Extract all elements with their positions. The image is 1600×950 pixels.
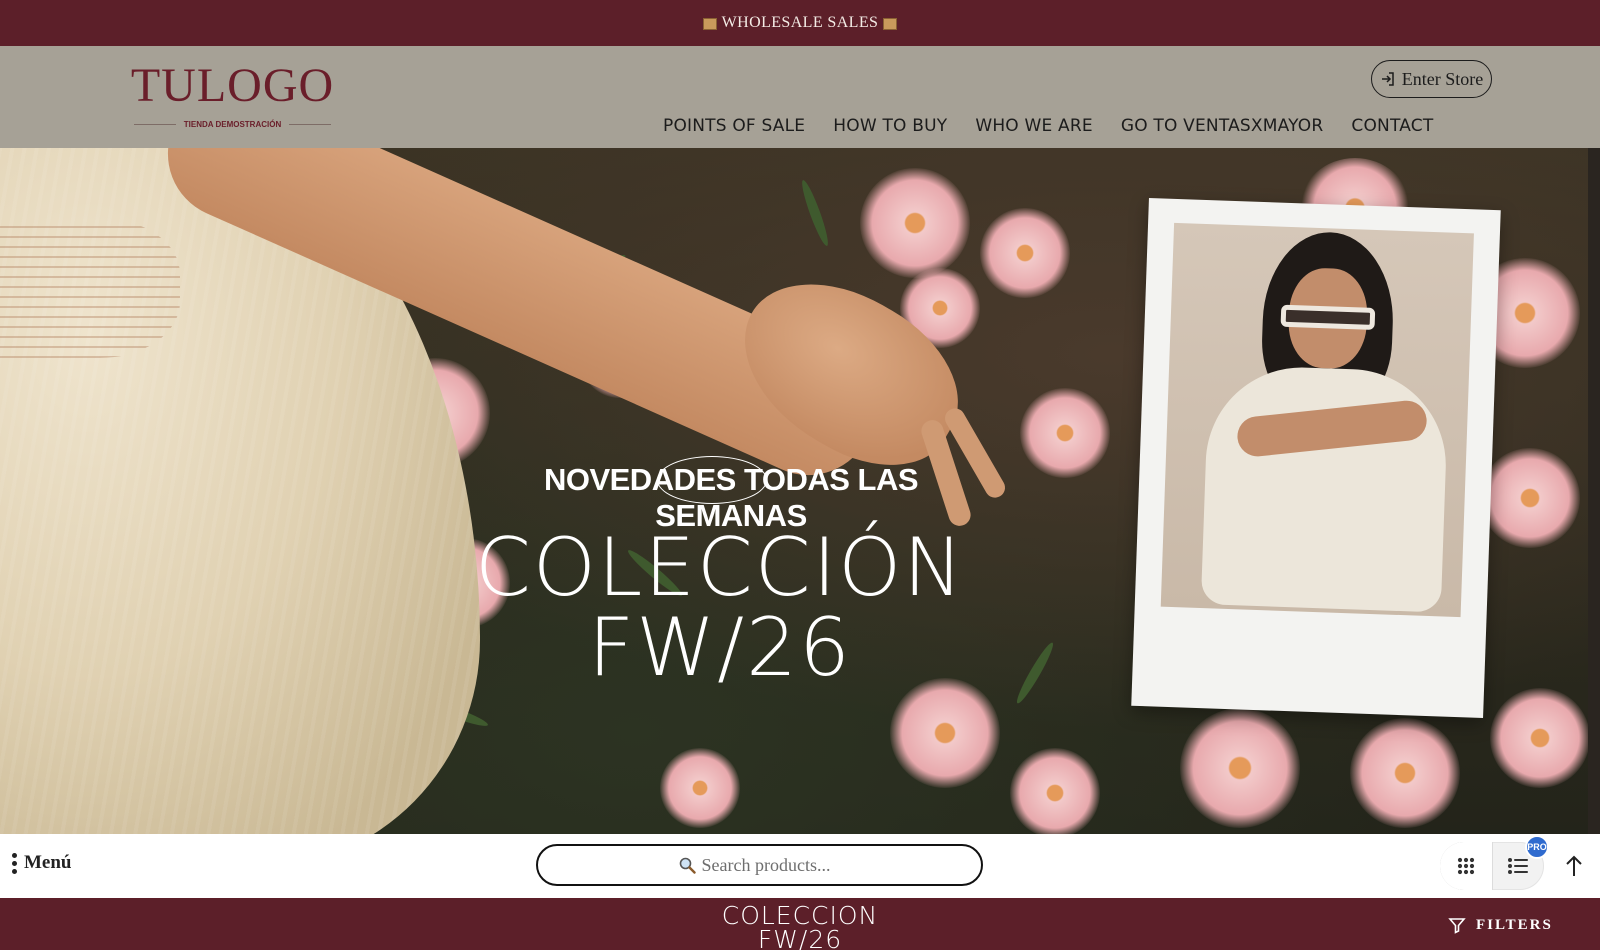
collection-banner-strip: COLECCION FW/26 FILTERS bbox=[0, 898, 1600, 950]
divider bbox=[133, 124, 176, 125]
hero-title: COLECCIÓN FW/26 bbox=[460, 528, 980, 688]
logo-subtitle-row: TIENDA DEMOSTRACIÓN bbox=[130, 120, 335, 129]
site-header: TULOGO TIENDA DEMOSTRACIÓN Enter Store P… bbox=[0, 46, 1600, 148]
promo-text: WHOLESALE SALES bbox=[721, 14, 879, 31]
nav-who-we-are[interactable]: WHO WE ARE bbox=[975, 116, 1093, 136]
flower-decoration bbox=[890, 678, 1000, 788]
scrollbar[interactable] bbox=[1588, 148, 1600, 834]
leaf-decoration bbox=[798, 178, 832, 248]
highlight-ring bbox=[657, 456, 767, 504]
menu-label: Menú bbox=[24, 852, 72, 873]
hero-banner[interactable]: NOVEDADES TODAS LAS SEMANAS COLECCIÓN FW… bbox=[0, 148, 1588, 834]
logo-subtitle: TIENDA DEMOSTRACIÓN bbox=[183, 120, 282, 129]
logo[interactable]: TULOGO TIENDA DEMOSTRACIÓN bbox=[130, 60, 335, 140]
flower-decoration bbox=[1350, 718, 1460, 828]
filters-button[interactable]: FILTERS bbox=[1448, 916, 1553, 934]
sunglasses bbox=[1280, 304, 1376, 330]
search-input[interactable] bbox=[701, 854, 842, 876]
dress-embroidery bbox=[0, 218, 180, 358]
leaf-decoration bbox=[1013, 640, 1057, 706]
model-photo bbox=[1160, 222, 1474, 618]
divider bbox=[289, 124, 332, 125]
filters-label: FILTERS bbox=[1476, 916, 1553, 933]
polaroid-photo-frame bbox=[1131, 198, 1501, 718]
menu-button[interactable]: Menú bbox=[12, 852, 72, 874]
logo-text: TULOGO bbox=[130, 59, 335, 112]
list-view-icon bbox=[1508, 858, 1528, 874]
package-icon bbox=[883, 18, 898, 30]
flower-decoration bbox=[1480, 448, 1580, 548]
pro-badge: PRO bbox=[1525, 835, 1549, 859]
package-icon bbox=[702, 18, 717, 30]
nav-contact[interactable]: CONTACT bbox=[1351, 116, 1433, 136]
nav-go-to-ventasxmayor[interactable]: GO TO VENTASXMAYOR bbox=[1121, 116, 1324, 136]
hero-title-line2: FW/26 bbox=[588, 601, 852, 694]
main-nav: POINTS OF SALE HOW TO BUY WHO WE ARE GO … bbox=[663, 116, 1433, 136]
promo-bar: WHOLESALE SALES bbox=[0, 0, 1600, 46]
collection-mini-title: COLECCION FW/26 bbox=[700, 903, 900, 950]
filter-icon bbox=[1448, 918, 1466, 934]
sign-in-icon bbox=[1381, 72, 1394, 86]
flower-decoration bbox=[1180, 708, 1300, 828]
search-icon bbox=[679, 857, 696, 874]
hero-title-line1: COLECCIÓN bbox=[474, 521, 966, 614]
search-bar[interactable] bbox=[536, 844, 983, 886]
arrow-up-icon[interactable] bbox=[1563, 854, 1585, 878]
nav-how-to-buy[interactable]: HOW TO BUY bbox=[833, 116, 947, 136]
enter-store-button[interactable]: Enter Store bbox=[1371, 60, 1492, 98]
flower-decoration bbox=[1020, 388, 1110, 478]
flower-decoration bbox=[980, 208, 1070, 298]
kebab-menu-icon bbox=[12, 852, 17, 874]
enter-store-label: Enter Store bbox=[1401, 68, 1484, 89]
flower-decoration bbox=[1010, 748, 1100, 834]
flower-decoration bbox=[860, 168, 970, 278]
grid-view-button[interactable] bbox=[1440, 842, 1492, 890]
nav-points-of-sale[interactable]: POINTS OF SALE bbox=[663, 116, 805, 136]
flower-decoration bbox=[660, 748, 740, 828]
flower-decoration bbox=[1490, 688, 1588, 788]
catalog-toolbar: Menú PRO bbox=[0, 834, 1600, 898]
grid-view-icon bbox=[1457, 857, 1475, 875]
mini-title-line2: FW/26 bbox=[757, 925, 843, 950]
